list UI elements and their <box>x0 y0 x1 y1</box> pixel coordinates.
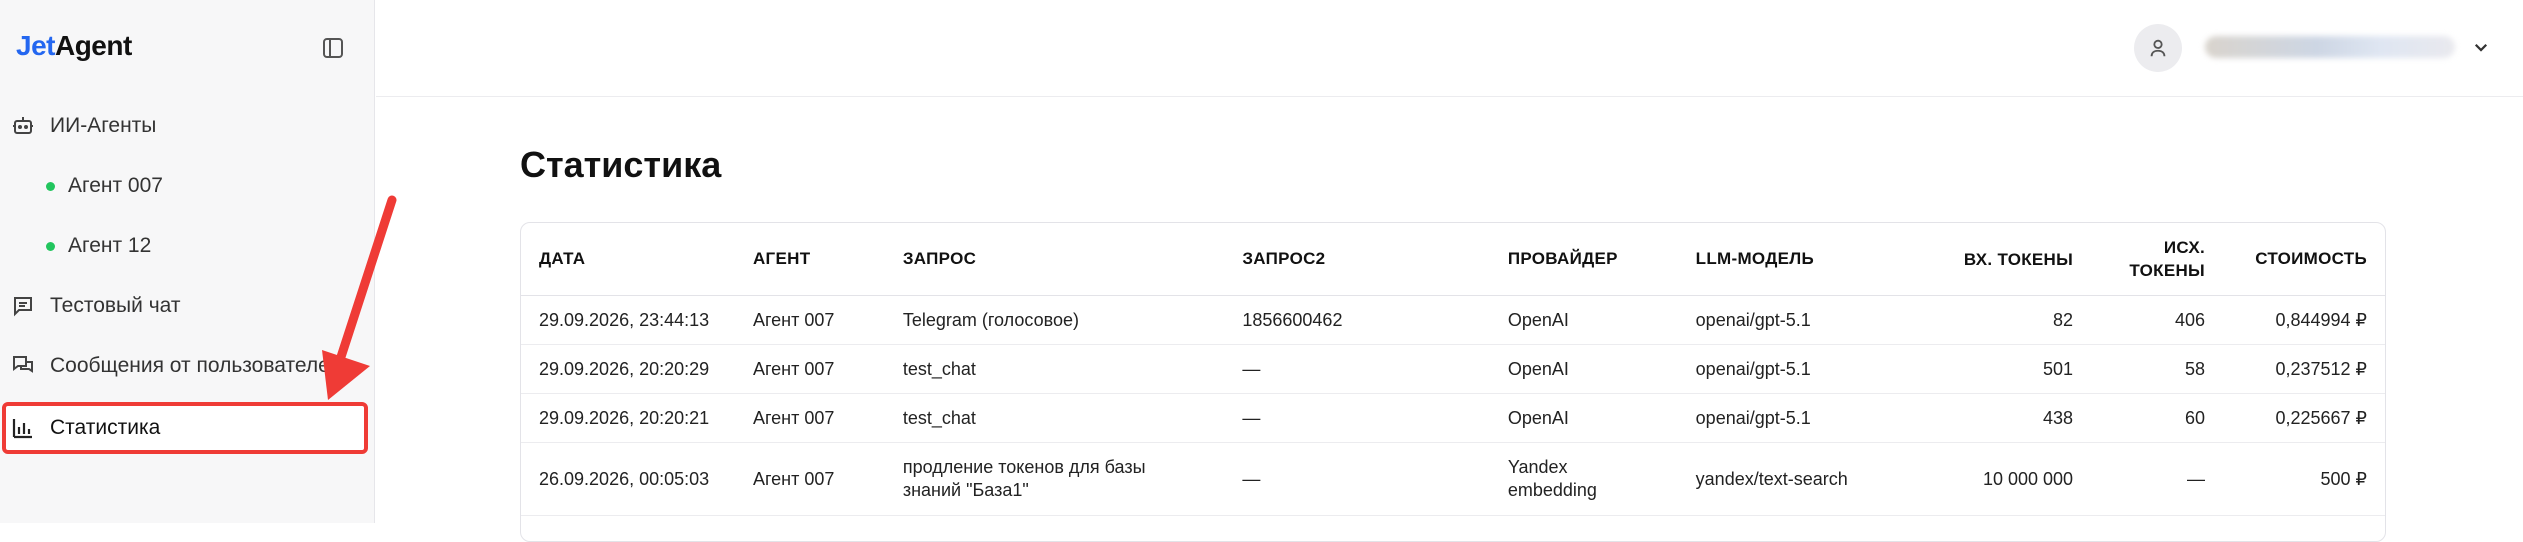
cell-input-tokens: 438 <box>1927 393 2092 443</box>
cell-model: openai/gpt-5.1 <box>1677 344 1928 394</box>
cell-model: openai/gpt-5.1 <box>1677 295 1928 345</box>
collapse-sidebar-icon[interactable] <box>323 38 343 58</box>
app-logo[interactable]: JetAgent <box>16 30 132 62</box>
cell-output-tokens: 60 <box>2091 393 2223 443</box>
cell-provider: OpenAI <box>1489 393 1678 443</box>
sidebar-item-agent-007[interactable]: Агент 007 <box>46 166 163 206</box>
table-row: 26.09.2026, 00:05:03 Агент 007 продление… <box>521 442 2385 516</box>
cell-model: openai/gpt-5.1 <box>1677 393 1928 443</box>
cell-cost: 0,844994 ₽ <box>2223 295 2385 345</box>
cell-request: test_chat <box>884 393 1225 443</box>
column-header-date: ДАТА <box>521 223 735 296</box>
cell-date: 29.09.2026, 20:20:29 <box>521 344 735 394</box>
cell-model: yandex/text-search <box>1677 442 1928 516</box>
table-row: 29.09.2026, 20:20:29 Агент 007 test_chat… <box>521 344 2385 394</box>
table-row: 29.09.2026, 23:44:13 Агент 007 Telegram … <box>521 295 2385 345</box>
chat-icon <box>10 293 36 319</box>
cell-cost: 0,225667 ₽ <box>2223 393 2385 443</box>
sidebar-item-ai-agents[interactable]: ИИ-Агенты <box>0 101 375 151</box>
cell-agent: Агент 007 <box>734 344 885 394</box>
cell-request2: — <box>1224 344 1490 394</box>
cell-cost: 0,237512 ₽ <box>2223 344 2385 394</box>
column-header-input-tokens: ВХ. ТОКЕНЫ <box>1927 223 2092 296</box>
cell-output-tokens: 58 <box>2091 344 2223 394</box>
column-header-request2: ЗАПРОС2 <box>1224 223 1490 296</box>
cell-request2: — <box>1224 442 1490 516</box>
cell-agent: Агент 007 <box>734 295 885 345</box>
cell-date: 29.09.2026, 20:20:21 <box>521 393 735 443</box>
sidebar-item-statistics[interactable]: Статистика <box>0 403 375 453</box>
column-header-cost: СТОИМОСТЬ <box>2223 223 2385 296</box>
column-header-output-tokens: ИСХ. ТОКЕНЫ <box>2091 223 2223 296</box>
column-header-provider: ПРОВАЙДЕР <box>1489 223 1678 296</box>
column-header-request: ЗАПРОС <box>884 223 1225 296</box>
top-bar <box>376 0 2523 97</box>
cell-provider: OpenAI <box>1489 344 1678 394</box>
cell-agent: Агент 007 <box>734 442 885 516</box>
column-header-llm-model: LLM-МОДЕЛЬ <box>1677 223 1928 296</box>
cell-agent: Агент 007 <box>734 393 885 443</box>
table-header-row: ДАТА АГЕНТ ЗАПРОС ЗАПРОС2 ПРОВАЙДЕР LLM-… <box>521 223 2385 296</box>
status-dot <box>46 181 55 191</box>
status-dot <box>46 241 55 251</box>
cell-request: продление токенов для базы знаний "База1… <box>884 442 1225 516</box>
chevron-down-icon[interactable] <box>2472 38 2490 56</box>
robot-icon <box>10 113 36 139</box>
cell-date: 29.09.2026, 23:44:13 <box>521 295 735 345</box>
cell-provider: OpenAI <box>1489 295 1678 345</box>
cell-cost: 500 ₽ <box>2223 442 2385 516</box>
messages-icon <box>10 353 36 379</box>
cell-input-tokens: 82 <box>1927 295 2092 345</box>
user-name-blurred[interactable] <box>2205 36 2455 58</box>
cell-request2: — <box>1224 393 1490 443</box>
cell-output-tokens: 406 <box>2091 295 2223 345</box>
cell-request: Telegram (голосовое) <box>884 295 1225 345</box>
cell-input-tokens: 501 <box>1927 344 2092 394</box>
cell-request: test_chat <box>884 344 1225 394</box>
cell-date: 26.09.2026, 00:05:03 <box>521 442 735 516</box>
sidebar-item-agent-12[interactable]: Агент 12 <box>46 226 151 266</box>
cell-request2: 1856600462 <box>1224 295 1490 345</box>
cell-output-tokens: — <box>2091 442 2223 516</box>
cell-provider: Yandex embedding <box>1489 442 1678 516</box>
column-header-agent: АГЕНТ <box>734 223 885 296</box>
user-icon <box>2150 39 2166 57</box>
avatar[interactable] <box>2134 24 2182 72</box>
page-title: Статистика <box>520 144 722 185</box>
bar-chart-icon <box>10 415 36 441</box>
table-row: 29.09.2026, 20:20:21 Агент 007 test_chat… <box>521 393 2385 443</box>
statistics-table: ДАТА АГЕНТ ЗАПРОС ЗАПРОС2 ПРОВАЙДЕР LLM-… <box>520 222 2386 542</box>
annotation-arrow <box>322 195 397 400</box>
cell-input-tokens: 10 000 000 <box>1927 442 2092 516</box>
